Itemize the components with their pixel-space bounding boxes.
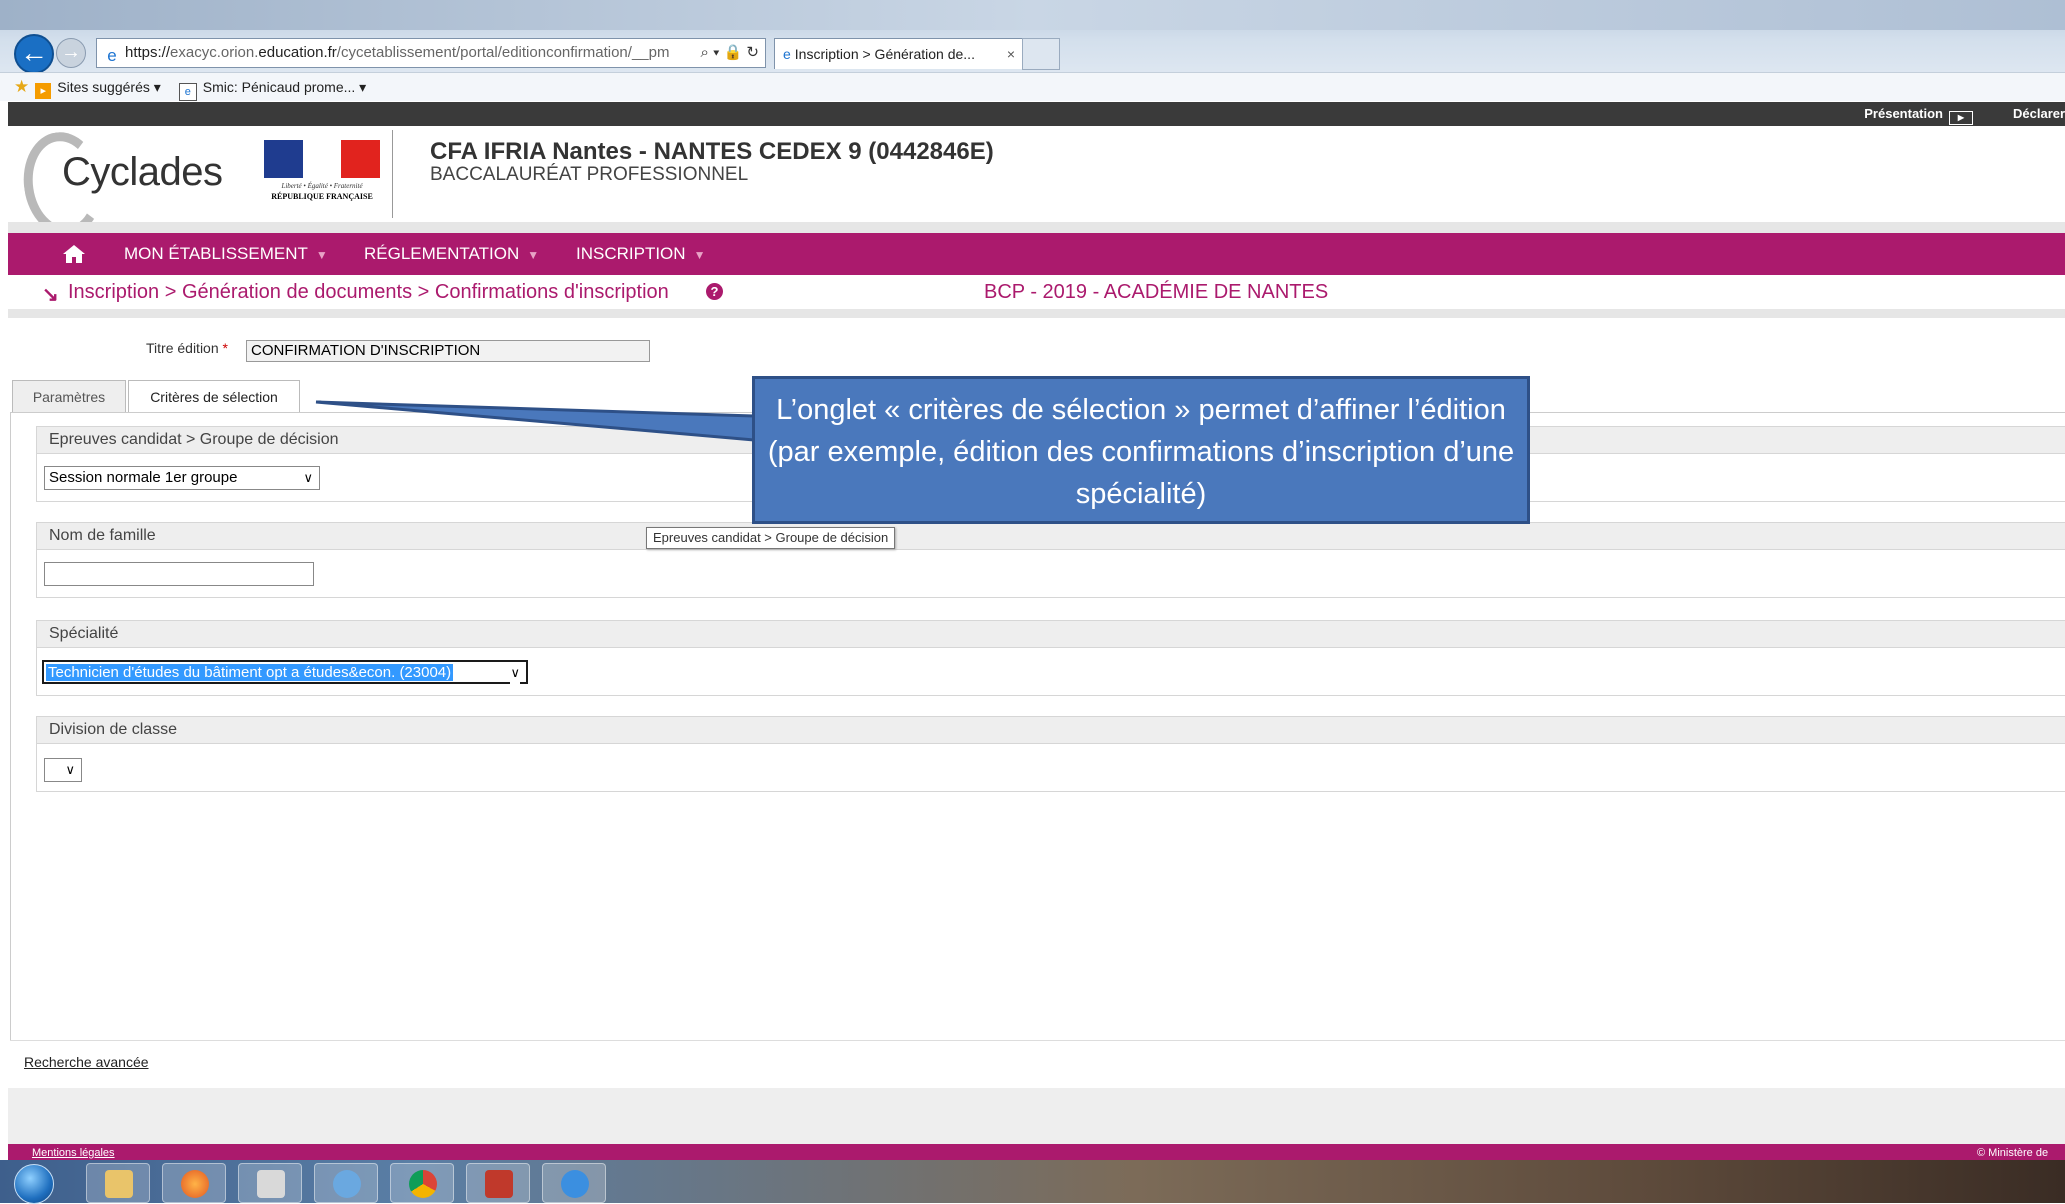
section-title: Division de classe	[37, 717, 2065, 744]
back-arrow-icon[interactable]: ←	[14, 34, 54, 74]
chevron-down-icon: ∨	[303, 470, 313, 485]
taskbar-chrome[interactable]	[390, 1163, 454, 1203]
chevron-down-icon: ∨	[510, 662, 520, 684]
taskbar-remote[interactable]	[466, 1163, 530, 1203]
nav-item-inscription[interactable]: INSCRIPTION ▼	[576, 233, 705, 276]
url-path: /cycetablissement/portal/editionconfirma…	[336, 44, 670, 61]
session-title: BCP - 2019 - ACADÉMIE DE NANTES	[984, 281, 1329, 303]
favorite-suggested-sites[interactable]: Sites suggérés ▾	[57, 73, 161, 101]
favorites-star-icon[interactable]: ★	[14, 73, 29, 101]
nav-item-label: INSCRIPTION	[576, 244, 686, 263]
browser-tab-title: Inscription > Génération de...	[794, 46, 975, 62]
nav-item-label: RÉGLEMENTATION	[364, 244, 520, 263]
cyclades-logo: Cyclades	[62, 150, 223, 194]
advanced-search-bar	[10, 1040, 2065, 1083]
favorites-bar: ★ ▸ Sites suggérés ▾ e Smic: Pénicaud prome.…	[0, 72, 2065, 101]
select-value: Technicien d'études du bâtiment opt a ét…	[46, 664, 454, 681]
section-title: Nom de famille	[37, 523, 2065, 550]
taskbar-ie[interactable]	[542, 1163, 606, 1203]
main-nav: MON ÉTABLISSEMENT ▼ RÉGLEMENTATION ▼ INSCR…	[8, 233, 2065, 275]
advanced-search-link[interactable]: Recherche avancée	[24, 1054, 149, 1070]
nom-famille-input[interactable]	[44, 562, 314, 586]
titre-label-text: Titre édition	[146, 340, 219, 356]
republic-motto: Liberté • Égalité • Fraternité	[281, 182, 363, 190]
titre-edition-input[interactable]	[246, 340, 650, 362]
taskbar-mail[interactable]	[314, 1163, 378, 1203]
section-title: Spécialité	[37, 621, 2065, 648]
required-mark: *	[222, 340, 228, 356]
tooltip: Epreuves candidat > Groupe de décision	[646, 527, 896, 549]
tab-criteres-selection[interactable]: Critères de sélection	[128, 380, 300, 413]
remote-desktop-icon	[485, 1170, 513, 1198]
firefox-icon	[181, 1170, 209, 1198]
chrome-icon	[409, 1170, 437, 1198]
windows-taskbar	[0, 1160, 2065, 1203]
declare-link[interactable]: Déclarer	[2013, 102, 2065, 126]
tab-parametres[interactable]: Paramètres	[12, 380, 126, 412]
taskbar-explorer[interactable]	[86, 1163, 150, 1203]
footer-spacer	[8, 1088, 2065, 1144]
caret-down-icon: ▼	[315, 248, 328, 262]
forward-arrow-icon[interactable]: →	[56, 38, 86, 68]
suggested-sites-icon: ▸	[35, 83, 52, 99]
breadcrumb[interactable]: Inscription > Génération de documents > …	[68, 281, 669, 304]
breadcrumb-arrow-icon: ↘	[42, 284, 59, 306]
taskbar-firefox[interactable]	[162, 1163, 226, 1203]
titre-edition-label: Titre édition *	[146, 340, 228, 356]
nav-item-reglementation[interactable]: RÉGLEMENTATION ▼	[364, 233, 539, 276]
nav-item-label: MON ÉTABLISSEMENT	[124, 244, 308, 263]
chevron-down-icon: ∨	[65, 762, 75, 777]
new-tab-button[interactable]	[1022, 38, 1060, 70]
ie-page-icon: e	[107, 46, 117, 65]
section-nom-famille: Nom de famille	[36, 522, 2065, 598]
folder-icon	[105, 1170, 133, 1198]
presentation-label: Présentation	[1864, 106, 1943, 121]
address-bar[interactable]: e https://exacyc.orion.education.fr/cycet…	[96, 38, 766, 68]
republique-francaise: RÉPUBLIQUE FRANÇAISE	[271, 192, 373, 201]
ie-tab-icon: e	[783, 46, 791, 62]
address-controls[interactable]: ⌕ ▾ 🔒 ↻	[701, 39, 759, 67]
marianne-logo: Liberté • Égalité • Fraternité RÉPUBLIQU…	[264, 140, 381, 204]
section-specialite: Spécialité	[36, 620, 2065, 696]
page-favorite-icon: e	[178, 83, 197, 101]
nav-item-etablissement[interactable]: MON ÉTABLISSEMENT ▼	[124, 233, 328, 276]
presentation-icon: ▶	[1949, 111, 1973, 125]
browser-title-strip	[0, 0, 2065, 30]
section-division: Division de classe	[36, 716, 2065, 792]
establishment-name: CFA IFRIA Nantes - NANTES CEDEX 9 (04428…	[430, 138, 994, 165]
presentation-link[interactable]: Présentation ▶	[1864, 102, 1973, 126]
division-select[interactable]: ∨	[44, 758, 82, 782]
caret-down-icon: ▼	[527, 248, 540, 262]
url-domain: education.fr	[258, 44, 337, 61]
app-topbar: Présentation ▶ Déclarer	[8, 102, 2065, 126]
help-icon[interactable]: ?	[706, 283, 723, 300]
taskbar-printer[interactable]	[238, 1163, 302, 1203]
header-divider	[392, 130, 393, 218]
caret-down-icon: ▼	[693, 248, 706, 262]
select-value: Session normale 1er groupe	[49, 469, 238, 486]
url-subdomain: exacyc.orion.	[170, 44, 259, 61]
start-button[interactable]	[14, 1164, 54, 1204]
close-icon[interactable]: ×	[1007, 39, 1015, 69]
mail-icon	[333, 1170, 361, 1198]
home-icon[interactable]	[62, 244, 86, 264]
favorite-smic[interactable]: Smic: Pénicaud prome... ▾	[203, 73, 366, 101]
ie-icon	[561, 1170, 589, 1198]
specialite-select[interactable]: Technicien d'études du bâtiment opt a ét…	[42, 660, 528, 684]
groupe-decision-select[interactable]: Session normale 1er groupe ∨	[44, 466, 320, 490]
callout-box: L’onglet « critères de sélection » perme…	[752, 376, 1530, 524]
breadcrumb-separator	[8, 309, 2065, 318]
browser-tab[interactable]: e Inscription > Génération de... ×	[774, 38, 1024, 69]
url-prefix: https://	[125, 44, 171, 61]
printer-icon	[257, 1170, 285, 1198]
diploma-name: BACCALAURÉAT PROFESSIONNEL	[430, 164, 749, 185]
